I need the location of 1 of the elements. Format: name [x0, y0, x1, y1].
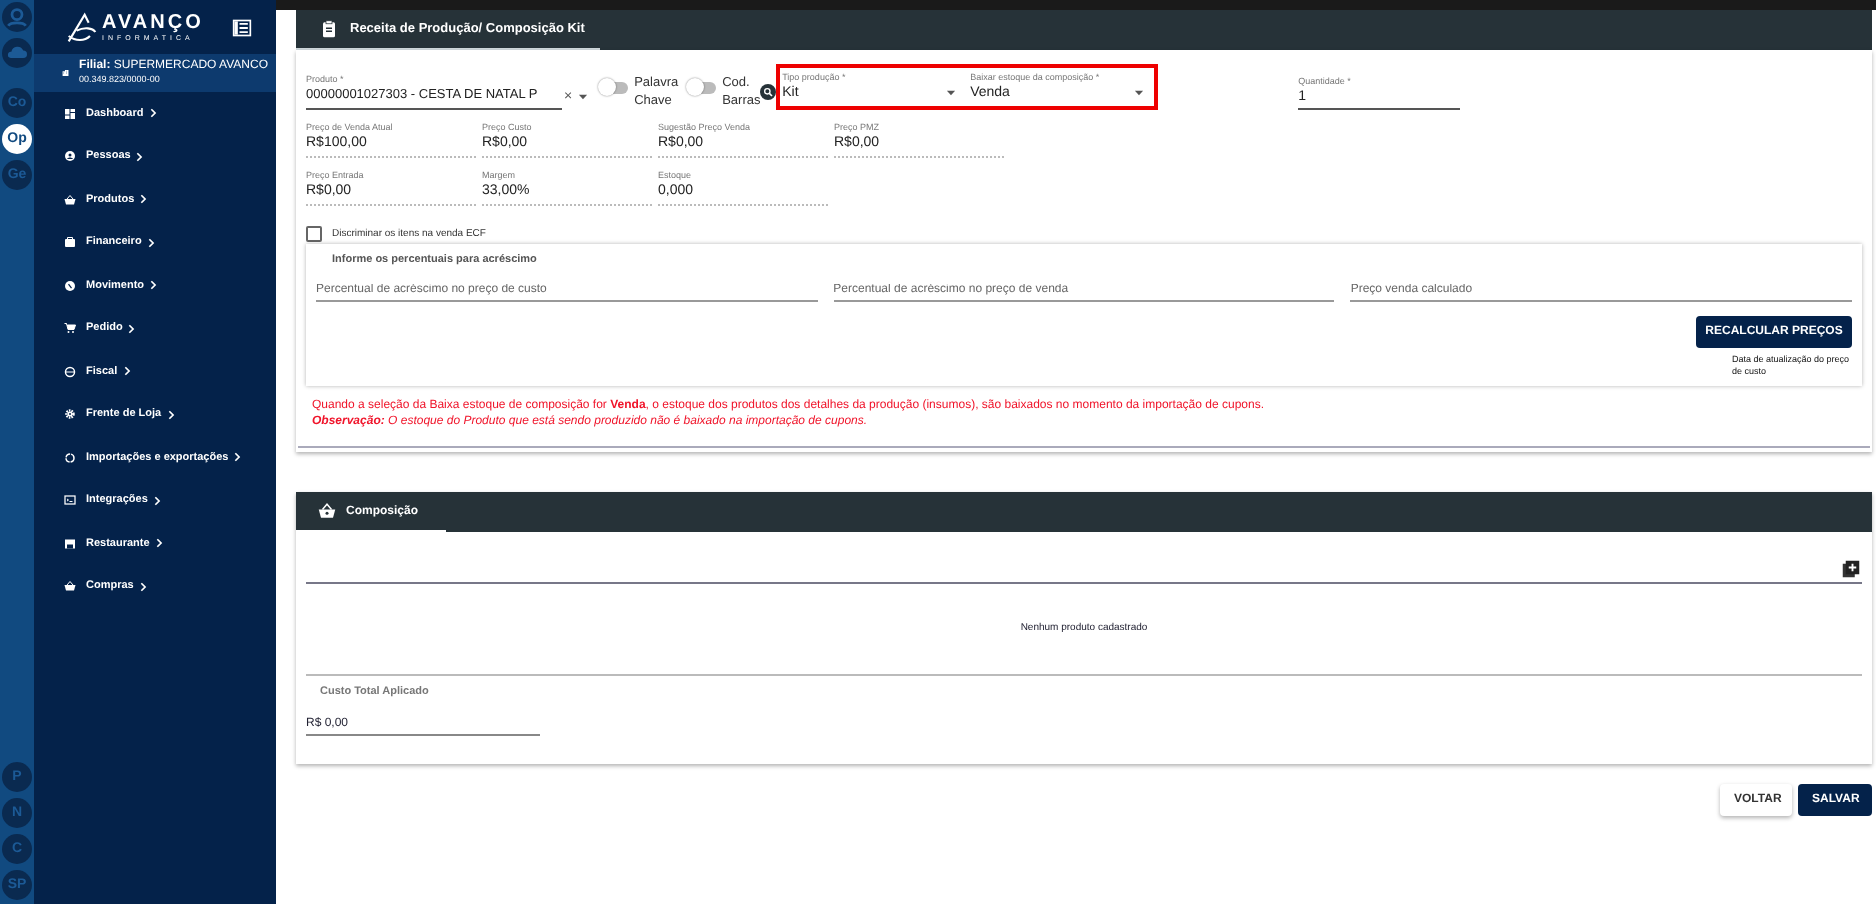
logo-name: AVANÇO — [102, 13, 204, 33]
